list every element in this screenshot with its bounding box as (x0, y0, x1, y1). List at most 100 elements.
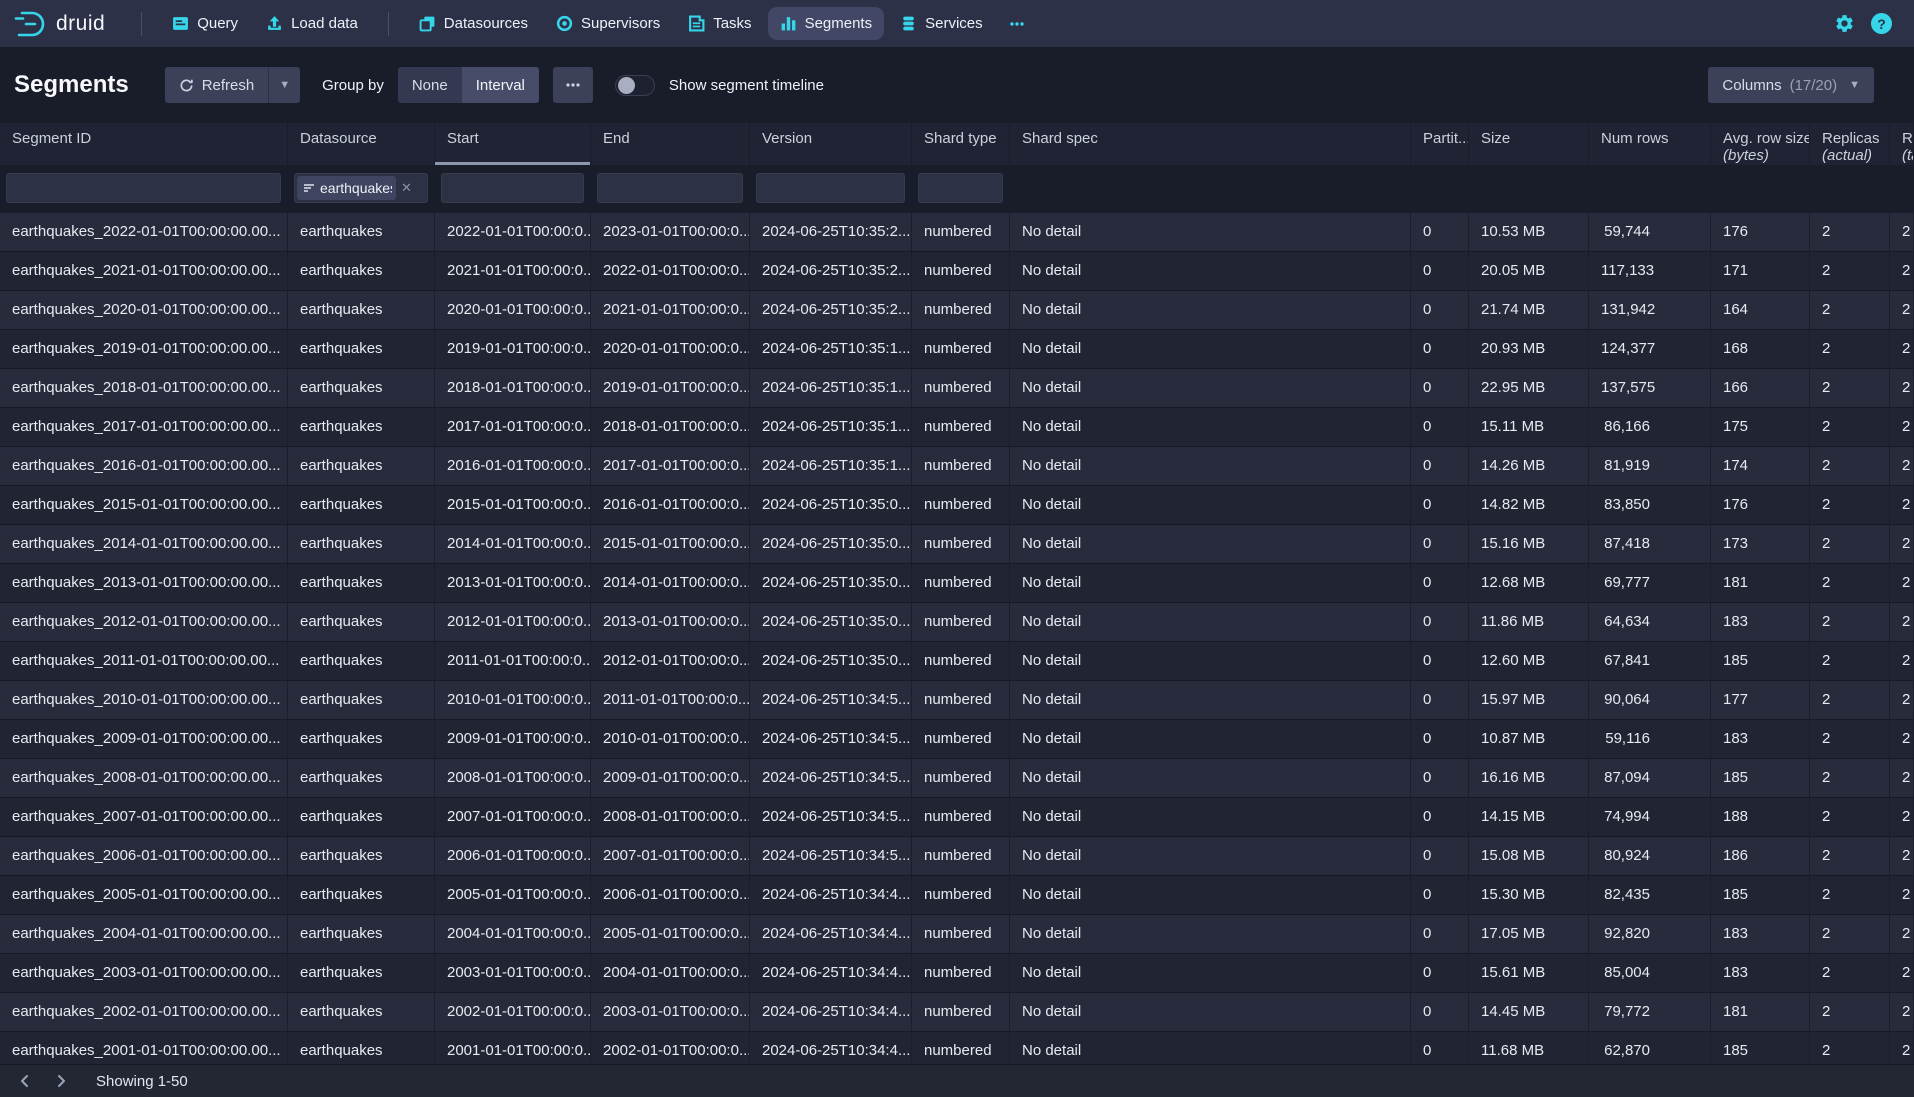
cell-replicas[interactable]: 2 (1810, 876, 1890, 914)
cell-partition[interactable]: 0 (1411, 681, 1469, 719)
cell-size[interactable]: 20.93 MB (1469, 330, 1589, 368)
cell-replicas[interactable]: 2 (1810, 954, 1890, 992)
column-header-size[interactable]: Size (1469, 123, 1589, 165)
cell-size[interactable]: 12.60 MB (1469, 642, 1589, 680)
cell-shard-type[interactable]: numbered (912, 876, 1010, 914)
cell-shard-type[interactable]: numbered (912, 486, 1010, 524)
cell-num-rows[interactable]: 137,575 (1589, 369, 1711, 407)
table-row[interactable]: earthquakes_2022-01-01T00:00:00.00... ea… (0, 213, 1914, 252)
cell-datasource[interactable]: earthquakes (288, 447, 435, 485)
cell-size[interactable]: 22.95 MB (1469, 369, 1589, 407)
cell-segment-id[interactable]: earthquakes_2009-01-01T00:00:00.00... (0, 720, 288, 758)
cell-replication-factor[interactable]: 2 (1890, 954, 1914, 992)
cell-avg-row-size[interactable]: 185 (1711, 876, 1810, 914)
cell-datasource[interactable]: earthquakes (288, 213, 435, 251)
cell-size[interactable]: 14.26 MB (1469, 447, 1589, 485)
table-row[interactable]: earthquakes_2017-01-01T00:00:00.00... ea… (0, 408, 1914, 447)
table-row[interactable]: earthquakes_2015-01-01T00:00:00.00... ea… (0, 486, 1914, 525)
cell-version[interactable]: 2024-06-25T10:34:4... (750, 954, 912, 992)
cell-shard-type[interactable]: numbered (912, 564, 1010, 602)
chip-remove-icon[interactable]: ✕ (399, 180, 414, 196)
cell-datasource[interactable]: earthquakes (288, 564, 435, 602)
datasource-filter-chip[interactable]: earthquakes (297, 176, 396, 200)
cell-datasource[interactable]: earthquakes (288, 837, 435, 875)
cell-end[interactable]: 2011-01-01T00:00:0... (591, 681, 750, 719)
cell-segment-id[interactable]: earthquakes_2011-01-01T00:00:00.00... (0, 642, 288, 680)
cell-replicas[interactable]: 2 (1810, 369, 1890, 407)
cell-avg-row-size[interactable]: 183 (1711, 915, 1810, 953)
cell-replication-factor[interactable]: 2 (1890, 408, 1914, 446)
cell-end[interactable]: 2008-01-01T00:00:0... (591, 798, 750, 836)
cell-shard-spec[interactable]: No detail (1010, 447, 1411, 485)
cell-num-rows[interactable]: 124,377 (1589, 330, 1711, 368)
cell-shard-type[interactable]: numbered (912, 837, 1010, 875)
cell-end[interactable]: 2021-01-01T00:00:0... (591, 291, 750, 329)
cell-end[interactable]: 2019-01-01T00:00:0... (591, 369, 750, 407)
cell-partition[interactable]: 0 (1411, 564, 1469, 602)
table-row[interactable]: earthquakes_2010-01-01T00:00:00.00... ea… (0, 681, 1914, 720)
cell-size[interactable]: 15.30 MB (1469, 876, 1589, 914)
cell-shard-type[interactable]: numbered (912, 759, 1010, 797)
cell-segment-id[interactable]: earthquakes_2018-01-01T00:00:00.00... (0, 369, 288, 407)
cell-segment-id[interactable]: earthquakes_2019-01-01T00:00:00.00... (0, 330, 288, 368)
cell-datasource[interactable]: earthquakes (288, 876, 435, 914)
cell-size[interactable]: 11.86 MB (1469, 603, 1589, 641)
cell-avg-row-size[interactable]: 181 (1711, 993, 1810, 1031)
cell-shard-spec[interactable]: No detail (1010, 876, 1411, 914)
cell-version[interactable]: 2024-06-25T10:35:0... (750, 486, 912, 524)
cell-num-rows[interactable]: 69,777 (1589, 564, 1711, 602)
cell-avg-row-size[interactable]: 175 (1711, 408, 1810, 446)
filter-input-version[interactable] (756, 173, 905, 203)
druid-logo[interactable]: druid (14, 9, 105, 39)
cell-end[interactable]: 2012-01-01T00:00:0... (591, 642, 750, 680)
cell-datasource[interactable]: earthquakes (288, 486, 435, 524)
cell-segment-id[interactable]: earthquakes_2013-01-01T00:00:00.00... (0, 564, 288, 602)
cell-num-rows[interactable]: 87,418 (1589, 525, 1711, 563)
cell-end[interactable]: 2004-01-01T00:00:0... (591, 954, 750, 992)
cell-replication-factor[interactable]: 2 (1890, 213, 1914, 251)
cell-shard-spec[interactable]: No detail (1010, 369, 1411, 407)
cell-size[interactable]: 21.74 MB (1469, 291, 1589, 329)
filter-input-end[interactable] (597, 173, 743, 203)
cell-start[interactable]: 2005-01-01T00:00:0... (435, 876, 591, 914)
cell-partition[interactable]: 0 (1411, 915, 1469, 953)
cell-shard-type[interactable]: numbered (912, 798, 1010, 836)
cell-replicas[interactable]: 2 (1810, 486, 1890, 524)
cell-replicas[interactable]: 2 (1810, 759, 1890, 797)
cell-start[interactable]: 2014-01-01T00:00:0... (435, 525, 591, 563)
nav-item-tasks[interactable]: Tasks (676, 7, 763, 40)
cell-size[interactable]: 20.05 MB (1469, 252, 1589, 290)
cell-version[interactable]: 2024-06-25T10:34:5... (750, 720, 912, 758)
cell-segment-id[interactable]: earthquakes_2017-01-01T00:00:00.00... (0, 408, 288, 446)
cell-shard-spec[interactable]: No detail (1010, 954, 1411, 992)
cell-replication-factor[interactable]: 2 (1890, 876, 1914, 914)
cell-replication-factor[interactable]: 2 (1890, 798, 1914, 836)
cell-segment-id[interactable]: earthquakes_2022-01-01T00:00:00.00... (0, 213, 288, 251)
segment-timeline-toggle[interactable] (615, 75, 655, 96)
cell-replication-factor[interactable]: 2 (1890, 330, 1914, 368)
refresh-button[interactable]: Refresh (165, 67, 269, 103)
columns-button[interactable]: Columns (17/20) ▼ (1708, 67, 1874, 103)
nav-item-load-data[interactable]: Load data (254, 7, 370, 40)
cell-replication-factor[interactable]: 2 (1890, 486, 1914, 524)
cell-size[interactable]: 15.08 MB (1469, 837, 1589, 875)
cell-num-rows[interactable]: 74,994 (1589, 798, 1711, 836)
cell-shard-spec[interactable]: No detail (1010, 993, 1411, 1031)
cell-partition[interactable]: 0 (1411, 486, 1469, 524)
cell-num-rows[interactable]: 79,772 (1589, 993, 1711, 1031)
cell-partition[interactable]: 0 (1411, 213, 1469, 251)
nav-more-button[interactable] (999, 8, 1035, 40)
toolbar-more-button[interactable] (553, 67, 593, 103)
cell-end[interactable]: 2006-01-01T00:00:0... (591, 876, 750, 914)
cell-shard-spec[interactable]: No detail (1010, 252, 1411, 290)
cell-num-rows[interactable]: 85,004 (1589, 954, 1711, 992)
cell-partition[interactable]: 0 (1411, 603, 1469, 641)
cell-datasource[interactable]: earthquakes (288, 369, 435, 407)
cell-partition[interactable]: 0 (1411, 954, 1469, 992)
cell-end[interactable]: 2007-01-01T00:00:0... (591, 837, 750, 875)
table-row[interactable]: earthquakes_2007-01-01T00:00:00.00... ea… (0, 798, 1914, 837)
cell-partition[interactable]: 0 (1411, 837, 1469, 875)
cell-datasource[interactable]: earthquakes (288, 330, 435, 368)
cell-replicas[interactable]: 2 (1810, 798, 1890, 836)
table-row[interactable]: earthquakes_2016-01-01T00:00:00.00... ea… (0, 447, 1914, 486)
